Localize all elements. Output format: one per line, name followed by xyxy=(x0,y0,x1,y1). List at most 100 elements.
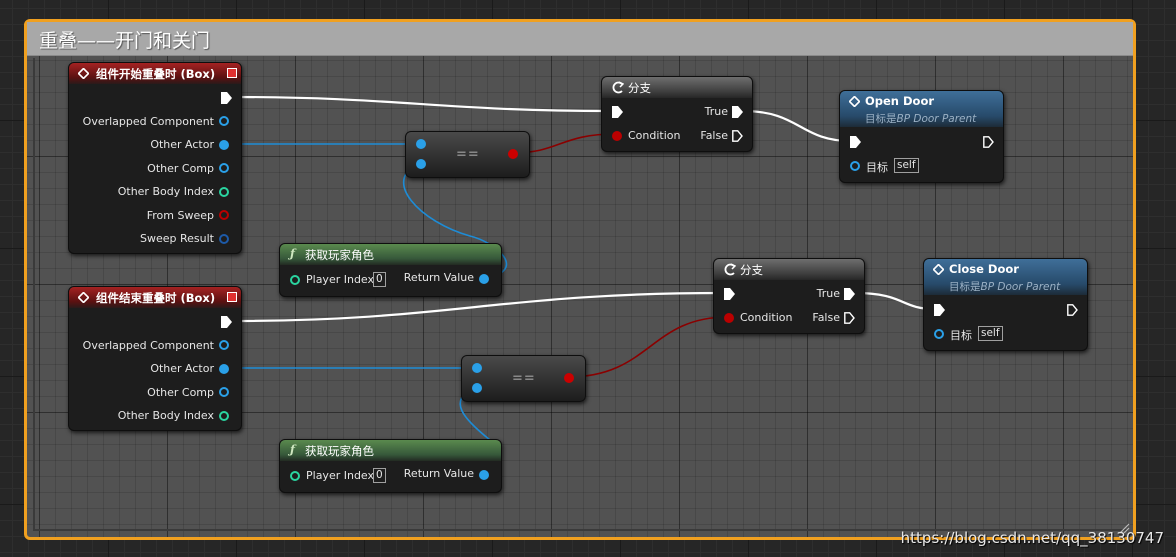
get-player-character-node-2[interactable]: ƒ 获取玩家角色 Player Index 0 Return Value xyxy=(279,439,502,493)
int-pin-icon[interactable] xyxy=(219,187,229,197)
node-title: 获取玩家角色 xyxy=(305,248,374,262)
close-door-function-node[interactable]: Close Door 目标是BP Door Parent 目标 self xyxy=(923,258,1088,351)
int-pin-icon[interactable] xyxy=(290,471,300,481)
exec-out-pin-icon[interactable] xyxy=(732,106,743,118)
open-door-function-node[interactable]: Open Door 目标是BP Door Parent 目标 self xyxy=(839,90,1004,183)
target-self-value[interactable]: self xyxy=(978,326,1003,341)
equal-node-1[interactable]: == xyxy=(405,131,530,178)
object-pin-icon[interactable] xyxy=(219,116,229,126)
player-index-input[interactable]: 0 xyxy=(373,272,386,287)
int-pin-icon[interactable] xyxy=(290,275,300,285)
pin-label-return-value: Return Value xyxy=(403,467,474,480)
end-overlap-event-node[interactable]: 组件结束重叠时 (Box) Overlapped Component Other… xyxy=(68,286,242,431)
pin-label-condition: Condition xyxy=(740,311,793,324)
node-header[interactable] xyxy=(602,77,752,98)
object-pin-icon[interactable] xyxy=(219,387,229,397)
pin-label-overlapped-component: Overlapped Component xyxy=(82,115,214,128)
node-title: 组件结束重叠时 (Box) xyxy=(96,291,216,305)
delegate-pin-icon[interactable] xyxy=(227,292,237,302)
exec-out-pin-icon[interactable] xyxy=(221,316,232,328)
target-self-value[interactable]: self xyxy=(894,158,919,173)
node-title: Open Door xyxy=(865,94,935,108)
watermark: https://blog.csdn.net/qq_38130747 xyxy=(900,529,1164,547)
pin-label-false: False xyxy=(812,311,840,324)
exec-in-pin-icon[interactable] xyxy=(612,106,623,118)
equal-operator: == xyxy=(456,147,480,162)
get-player-character-node-1[interactable]: ƒ 获取玩家角色 Player Index 0 Return Value xyxy=(279,243,502,297)
object-pin-icon[interactable] xyxy=(219,340,229,350)
node-subtitle: 目标是BP Door Parent xyxy=(865,111,976,126)
pin-label-other-body-index: Other Body Index xyxy=(117,409,214,422)
bool-pin-icon[interactable] xyxy=(612,131,622,141)
node-title: 分支 xyxy=(740,263,763,277)
object-pin-icon[interactable] xyxy=(479,274,489,284)
object-pin-icon[interactable] xyxy=(219,140,229,150)
node-title: 获取玩家角色 xyxy=(305,444,374,458)
pin-label-other-comp: Other Comp xyxy=(147,162,214,175)
object-pin-icon[interactable] xyxy=(479,470,489,480)
branch-icon xyxy=(612,81,624,94)
object-pin-icon[interactable] xyxy=(219,364,229,374)
equal-node-2[interactable]: == xyxy=(461,355,586,402)
pin-label-false: False xyxy=(700,129,728,142)
delegate-pin-icon[interactable] xyxy=(227,68,237,78)
node-title: Close Door xyxy=(949,262,1019,276)
exec-out-pin-icon[interactable] xyxy=(732,130,743,142)
exec-out-pin-icon[interactable] xyxy=(844,312,855,324)
object-pin-icon[interactable] xyxy=(472,363,482,373)
subtitle-prefix: 目标是 xyxy=(865,113,897,125)
node-subtitle: 目标是BP Door Parent xyxy=(949,279,1060,294)
subtitle-class: BP Door Parent xyxy=(896,113,977,125)
subtitle-prefix: 目标是 xyxy=(949,281,981,293)
pin-label-from-sweep: From Sweep xyxy=(146,209,214,222)
object-pin-icon[interactable] xyxy=(472,383,482,393)
branch-icon xyxy=(724,263,736,276)
exec-out-pin-icon[interactable] xyxy=(983,136,994,148)
pin-label-return-value: Return Value xyxy=(403,271,474,284)
branch-node-2[interactable]: 分支 True Condition False xyxy=(713,258,865,334)
function-icon: ƒ xyxy=(290,246,295,260)
pin-label-target: 目标 xyxy=(950,329,972,342)
exec-out-pin-icon[interactable] xyxy=(221,92,232,104)
begin-overlap-event-node[interactable]: 组件开始重叠时 (Box) Overlapped Component Other… xyxy=(68,62,242,254)
exec-out-pin-icon[interactable] xyxy=(1067,304,1078,316)
bool-pin-icon[interactable] xyxy=(564,373,574,383)
bool-wire-equal2-branch2[interactable] xyxy=(567,316,729,378)
equal-operator: == xyxy=(512,371,536,386)
node-title: 组件开始重叠时 (Box) xyxy=(96,67,216,81)
function-icon: ƒ xyxy=(290,442,295,456)
subtitle-class: BP Door Parent xyxy=(980,281,1061,293)
event-diamond-icon xyxy=(78,292,89,303)
pin-label-other-actor: Other Actor xyxy=(150,362,214,375)
pin-label-target: 目标 xyxy=(866,161,888,174)
pin-label-sweep-result: Sweep Result xyxy=(140,232,214,245)
pin-label-player-index: Player Index xyxy=(306,273,375,286)
pin-label-true: True xyxy=(816,287,840,300)
node-header[interactable] xyxy=(714,259,864,280)
object-pin-icon[interactable] xyxy=(416,139,426,149)
pin-label-condition: Condition xyxy=(628,129,681,142)
target-pin-icon[interactable] xyxy=(934,329,944,339)
pin-label-player-index: Player Index xyxy=(306,469,375,482)
object-pin-icon[interactable] xyxy=(219,163,229,173)
target-pin-icon[interactable] xyxy=(850,161,860,171)
struct-pin-icon[interactable] xyxy=(219,234,229,244)
exec-wire-branch1-open[interactable] xyxy=(742,109,852,143)
exec-in-pin-icon[interactable] xyxy=(934,304,945,316)
bool-pin-icon[interactable] xyxy=(508,149,518,159)
exec-out-pin-icon[interactable] xyxy=(844,288,855,300)
branch-node-1[interactable]: 分支 True Condition False xyxy=(601,76,753,152)
exec-wire-begin-branch1[interactable] xyxy=(231,95,612,113)
event-diamond-icon xyxy=(78,68,89,79)
exec-wire-end-branch2[interactable] xyxy=(231,291,724,323)
function-diamond-icon xyxy=(933,264,944,275)
object-pin-icon[interactable] xyxy=(416,159,426,169)
bool-pin-icon[interactable] xyxy=(219,210,229,220)
exec-in-pin-icon[interactable] xyxy=(850,136,861,148)
pin-label-other-actor: Other Actor xyxy=(150,138,214,151)
player-index-input[interactable]: 0 xyxy=(373,468,386,483)
int-pin-icon[interactable] xyxy=(219,411,229,421)
exec-in-pin-icon[interactable] xyxy=(724,288,735,300)
bool-pin-icon[interactable] xyxy=(724,313,734,323)
node-title: 分支 xyxy=(628,81,651,95)
